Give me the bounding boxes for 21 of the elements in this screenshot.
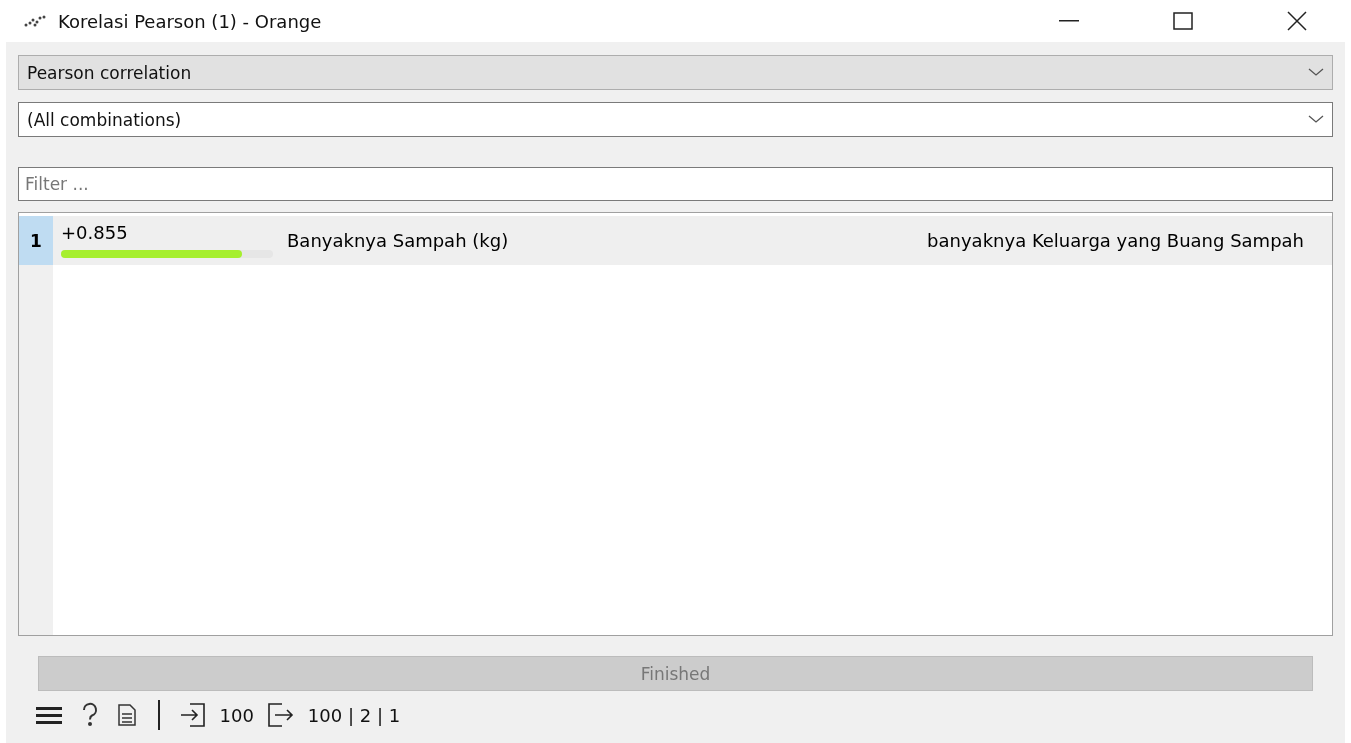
close-icon	[1287, 11, 1307, 31]
report-icon[interactable]	[116, 702, 138, 728]
input-count: 100	[219, 704, 254, 726]
filter-field[interactable]: Filter ...	[18, 167, 1333, 201]
app-logo-icon	[24, 15, 46, 27]
table-cell-text: Banyaknya Sampah (kg)	[286, 229, 510, 253]
combinations-dropdown[interactable]: (All combinations)	[18, 102, 1333, 137]
input-icon	[179, 703, 206, 727]
status-text: Finished	[640, 663, 711, 684]
table-row[interactable]: 1 +0.855 Banyaknya Sampah (kg) banyaknya Keluarga yang Buang Sampah	[19, 216, 1332, 265]
correlation-value: +0.855	[61, 222, 129, 243]
output-summary: 100 | 2 | 1	[307, 704, 401, 726]
minimize-icon	[1059, 20, 1079, 22]
window-title: Korelasi Pearson (1) - Orange	[58, 10, 323, 32]
chevron-down-icon	[1308, 68, 1324, 77]
maximize-icon	[1173, 12, 1193, 30]
row-header: 1	[19, 216, 53, 265]
output-icon	[267, 703, 294, 727]
table-cell-text: banyaknya Keluarga yang Buang Sampah	[926, 229, 1305, 253]
method-dropdown[interactable]: Pearson correlation	[18, 55, 1333, 90]
chevron-down-icon	[1308, 115, 1324, 124]
